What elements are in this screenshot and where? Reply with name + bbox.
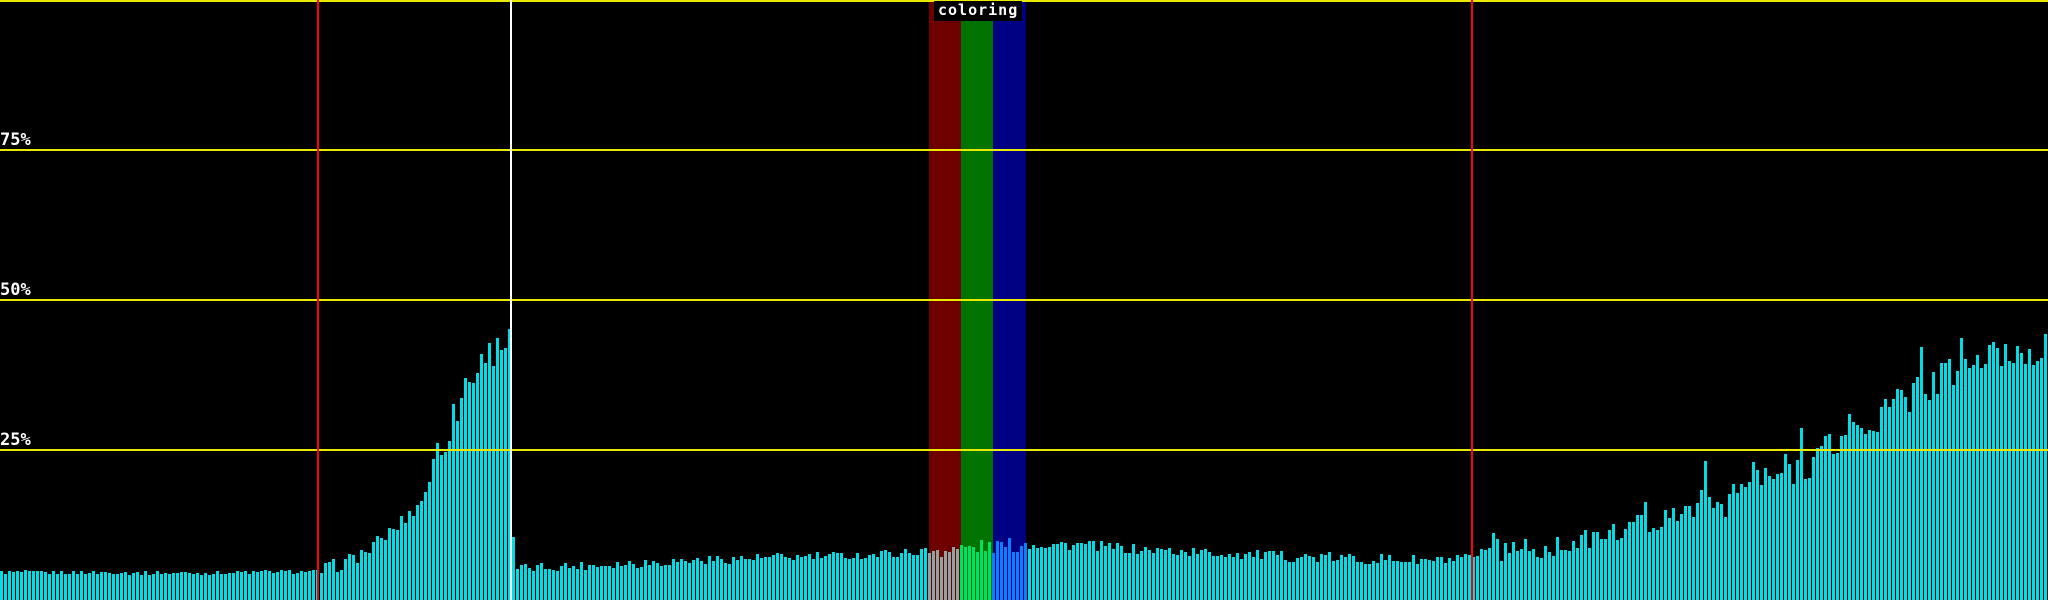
y-tick-label-50: 50% [0,280,31,300]
y-tick-label-75: 75% [0,130,31,150]
coloring-section-label: coloring [934,1,1023,21]
histogram-panel: 75% 50% 25% coloring [0,0,2048,600]
axis-labels-layer: 75% 50% 25% [0,0,2048,600]
y-tick-label-25: 25% [0,430,31,450]
